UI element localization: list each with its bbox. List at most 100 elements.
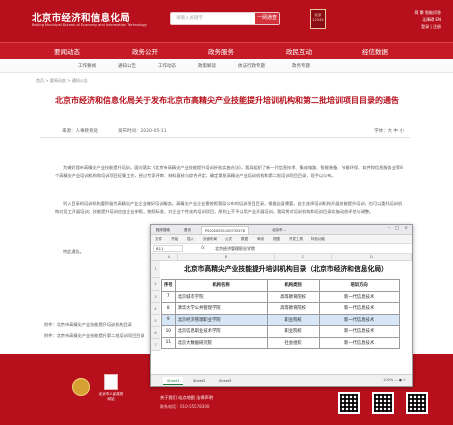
sheet-title-cell[interactable]: 北京市高精尖产业技能提升培训机构目录（北京市经济和信息化局）: [161, 262, 411, 277]
table-cell[interactable]: 9: [161, 313, 176, 326]
sheet-tab[interactable]: Sheet3: [215, 377, 235, 385]
table-row: 8 清华大学公共管理学院 高等教育院校 新一代信息技术: [161, 302, 400, 315]
subnav-item[interactable]: 工作要闻: [78, 63, 96, 69]
spreadsheet-window[interactable]: 程序搜索 首页 PS2020051100732578 北京市... – □ × …: [150, 224, 413, 387]
table-header[interactable]: 序号: [161, 279, 176, 292]
row-number[interactable]: 3: [151, 291, 160, 303]
row-number[interactable]: 1: [151, 261, 160, 278]
sheet-tab-active[interactable]: Sheet1: [163, 377, 184, 385]
nav-item[interactable]: 政务公开: [132, 46, 158, 56]
table-cell[interactable]: 高等教育院校: [266, 302, 320, 315]
font-size-switch[interactable]: 字体：大 中 小: [374, 128, 404, 134]
table-cell[interactable]: 新一代信息技术: [318, 290, 400, 303]
footer-contact: 联系电话：010-55578300: [160, 404, 210, 409]
column-header[interactable]: D: [332, 254, 412, 261]
menu-item[interactable]: 审阅: [257, 237, 264, 242]
table-header[interactable]: 培训方向: [318, 279, 400, 292]
row-number[interactable]: 6: [151, 327, 160, 339]
menu-item[interactable]: 公式: [225, 237, 232, 242]
subnav-item[interactable]: 政务专题: [292, 63, 310, 69]
menu-item[interactable]: 开发工具: [289, 237, 303, 242]
column-header[interactable]: B: [178, 254, 275, 261]
table-cell[interactable]: 清华大学公共管理学院: [174, 302, 268, 315]
table-cell[interactable]: 社会组织: [266, 336, 320, 349]
attachment-link[interactable]: 附件：北京市高精尖产业技能提升第二批培训项目目录: [44, 333, 145, 339]
menu-item[interactable]: 文件: [155, 237, 162, 242]
sheet-tab[interactable]: Sheet2: [189, 377, 209, 385]
data-table: 序号 机构名称 机构类别 培训方向 7 北京城市学院 高等教育院校 新一代信息技…: [161, 279, 400, 349]
menu-item[interactable]: 插入: [187, 237, 194, 242]
search-button[interactable]: 一网通查: [255, 13, 279, 24]
table-cell[interactable]: 新一代信息技术: [318, 325, 400, 338]
login-links[interactable]: 登录 | 注册: [361, 23, 441, 30]
table-row: 7 北京城市学院 高等教育院校 新一代信息技术: [161, 290, 400, 303]
menu-item[interactable]: 特色功能: [311, 237, 325, 242]
table-cell[interactable]: 11: [161, 336, 176, 349]
subnav-item[interactable]: 政策解读: [198, 63, 216, 69]
column-header[interactable]: A: [161, 254, 178, 261]
table-cell[interactable]: 8: [161, 302, 176, 315]
menu-item[interactable]: 页面布局: [203, 237, 217, 242]
table-header[interactable]: 机构名称: [174, 279, 268, 292]
minimize-icon[interactable]: –: [388, 226, 390, 231]
window-tab-active[interactable]: PS2020051100732578: [201, 226, 249, 234]
accessibility-links[interactable]: 无障碍 EN: [361, 16, 441, 23]
gov-site-badge-icon[interactable]: [104, 374, 118, 390]
subnav-item[interactable]: 依法行政专题: [238, 63, 265, 69]
article-paragraph: 特此通告。: [63, 249, 84, 254]
table-cell[interactable]: 北京经济管理职业学院: [174, 313, 268, 326]
table-cell[interactable]: 高等教育院校: [266, 290, 320, 303]
window-tab[interactable]: 北京市...: [269, 226, 289, 234]
window-tab[interactable]: 首页: [181, 226, 194, 234]
sub-nav: 工作要闻 通知公告 工作动态 政策解读 依法行政专题 政务专题: [0, 59, 453, 73]
column-header[interactable]: C: [275, 254, 332, 261]
function-icon[interactable]: fx: [201, 245, 205, 250]
table-cell[interactable]: 新一代信息技术: [318, 336, 400, 349]
site-title[interactable]: 北京市经济和信息化局: [32, 10, 130, 24]
attachment-link[interactable]: 附件：北京市高精尖产业技能提升培训机构目录: [44, 322, 132, 328]
language-links[interactable]: 简 繁 智能问答: [361, 9, 441, 16]
article-date: 发布时间：2020-05-11: [118, 129, 167, 134]
zoom-control[interactable]: 100% — ● +: [383, 378, 406, 382]
table-header[interactable]: 机构类别: [266, 279, 320, 292]
row-number[interactable]: 4: [151, 303, 160, 315]
table-cell[interactable]: 新一代信息技术: [318, 302, 400, 315]
header-tools: 简 繁 智能问答 无障碍 EN 登录 | 注册: [361, 9, 441, 30]
gov-site-badge-label: 北京市人民政府 网站: [98, 392, 124, 401]
table-row-selected: 9 北京经济管理职业学院 职业院校 新一代信息技术: [161, 313, 400, 326]
formula-input[interactable]: 北京经济管理职业学院: [215, 246, 255, 252]
menu-item[interactable]: 视图: [273, 237, 280, 242]
search-input[interactable]: 请输入关键字 一网通查: [170, 12, 280, 25]
table-cell[interactable]: 职业院校: [266, 313, 320, 326]
hotline-seal-icon[interactable]: 北京 12345: [310, 9, 326, 29]
breadcrumb[interactable]: 首页 > 要闻动态 > 通知公告: [36, 78, 88, 84]
menu-item[interactable]: 数据: [241, 237, 248, 242]
site-header: 北京市经济和信息化局 Beijing Municipal Bureau of E…: [0, 0, 453, 42]
qr-code-icon: [406, 392, 428, 414]
maximize-icon[interactable]: □: [395, 226, 399, 231]
close-icon[interactable]: ×: [404, 226, 408, 231]
subnav-item[interactable]: 通知公告: [118, 63, 136, 69]
row-number[interactable]: 2: [151, 278, 160, 291]
cell-reference-box[interactable]: B11: [153, 245, 183, 252]
table-row: 10 北京信息职业技术学院 职业院校 新一代信息技术: [161, 325, 400, 338]
table-cell[interactable]: 北京城市学院: [174, 290, 268, 303]
row-number[interactable]: 7: [151, 339, 160, 351]
subnav-item[interactable]: 工作动态: [158, 63, 176, 69]
row-number[interactable]: 5: [151, 315, 160, 327]
table-cell[interactable]: 北京信息职业技术学院: [174, 325, 268, 338]
footer-links[interactable]: 关于我们 站点地图 法律声明: [160, 395, 213, 401]
menu-item[interactable]: 开始: [171, 237, 178, 242]
table-cell[interactable]: 职业院校: [266, 325, 320, 338]
search-placeholder: 请输入关键字: [176, 16, 203, 21]
table-cell[interactable]: 新一代信息技术: [318, 313, 400, 326]
nav-item[interactable]: 要闻动态: [54, 46, 80, 56]
table-cell[interactable]: 7: [161, 290, 176, 303]
window-tab[interactable]: 程序搜索: [153, 226, 173, 234]
sheet-grid[interactable]: 1 2 3 4 5 6 7 北京市高精尖产业技能提升培训机构目录（北京市经济和信…: [151, 261, 412, 374]
table-cell[interactable]: 北京大数据研究院: [174, 336, 268, 349]
nav-item[interactable]: 政务服务: [208, 46, 234, 56]
nav-item[interactable]: 政民互动: [286, 46, 312, 56]
table-cell[interactable]: 10: [161, 325, 176, 338]
nav-item[interactable]: 经信数据: [362, 46, 388, 56]
